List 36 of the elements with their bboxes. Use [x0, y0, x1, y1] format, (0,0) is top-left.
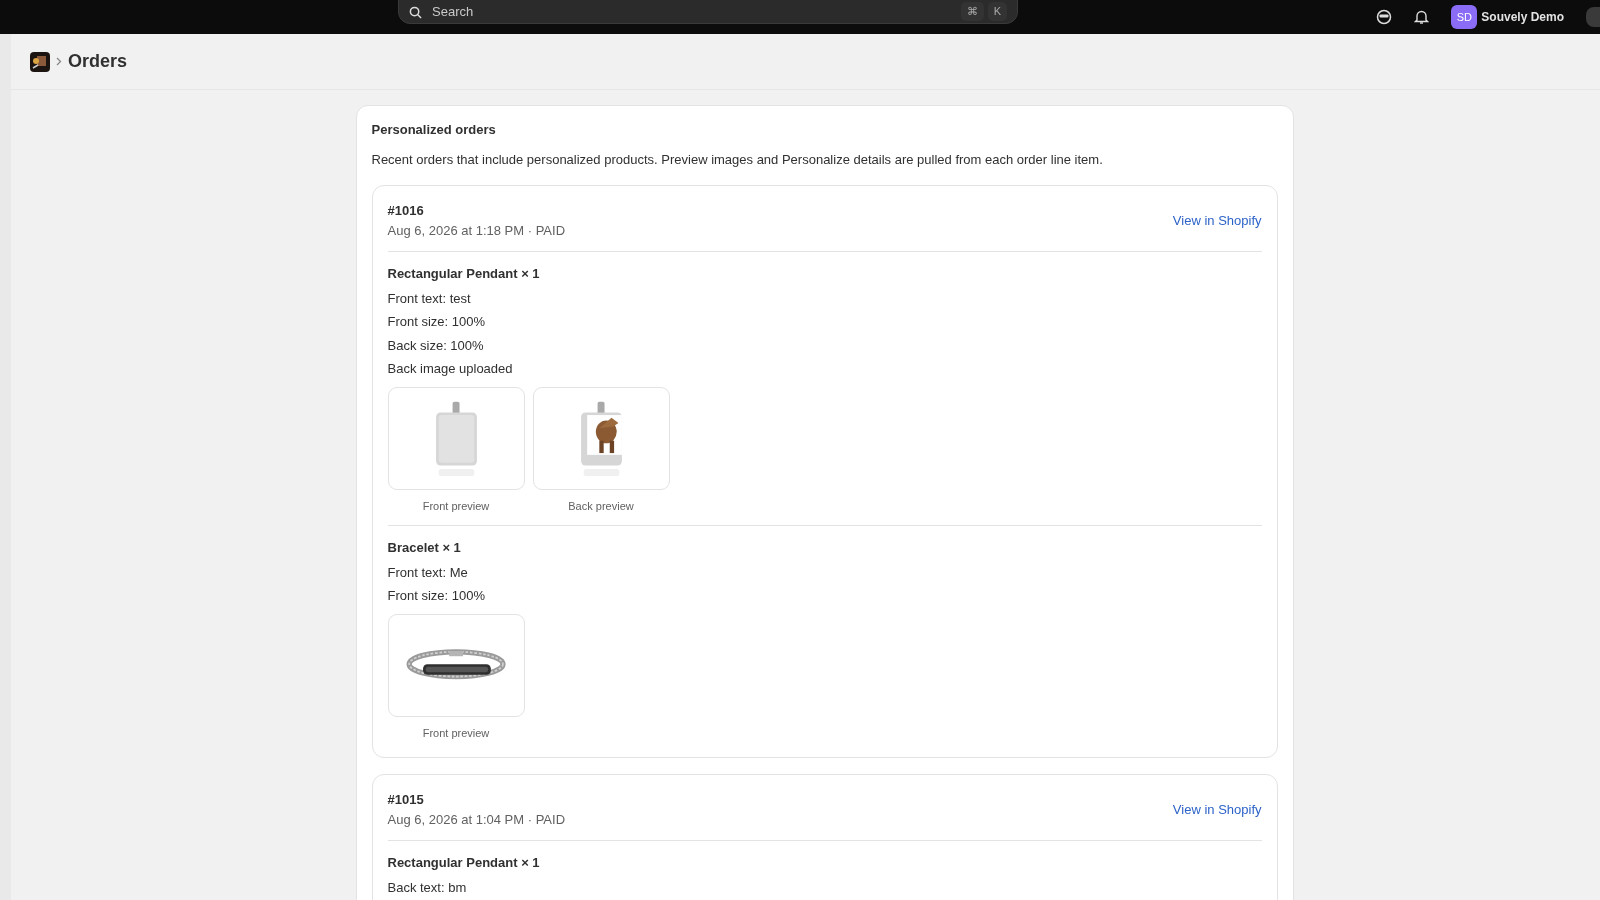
order-meta: Aug 6, 2026 at 1:18 PM · PAID	[387, 221, 566, 240]
item-detail: Back size: 100%	[387, 336, 485, 355]
search-input[interactable]: Search	[430, 0, 953, 23]
section-title: Personalized orders	[371, 122, 497, 138]
user-name[interactable]: Souvely Demo	[1481, 8, 1564, 26]
section-description: Recent orders that include personalized products. Preview images and Personalize details are pulled from each order line item.	[371, 150, 1104, 169]
item-title: Rectangular Pendant × 1	[387, 265, 541, 284]
preview-thumbnail[interactable]	[387, 613, 525, 717]
preview-label: Front preview	[422, 498, 490, 514]
item-detail: Front text: test	[387, 289, 472, 308]
face-icon[interactable]	[1376, 9, 1393, 25]
page-title: Orders	[68, 50, 128, 73]
preview-thumbnail[interactable]	[532, 386, 670, 490]
item-detail: Front size: 100%	[387, 587, 487, 606]
item-detail: Back image uploaded	[387, 360, 514, 379]
chevron-icon	[56, 57, 62, 66]
user-avatar[interactable]: SD	[1451, 5, 1478, 29]
preview-label: Front preview	[422, 725, 490, 741]
search-icon	[409, 5, 422, 19]
item-detail: Back text: bm	[387, 878, 468, 897]
search-bar[interactable]: Search ⌘ K	[398, 0, 1018, 24]
item-detail: Front size: 100%	[387, 313, 487, 332]
preview-label: Back preview	[568, 498, 634, 514]
app-logo-icon[interactable]	[30, 51, 50, 72]
bell-icon[interactable]	[1414, 9, 1430, 25]
order-number: #1015	[387, 791, 425, 810]
item-detail: Front text: Me	[387, 563, 469, 582]
shopify-link[interactable]: View in Shopify	[1172, 210, 1262, 231]
item-title: Bracelet × 1	[387, 539, 462, 558]
shopify-link[interactable]: View in Shopify	[1172, 799, 1262, 820]
preview-thumbnail[interactable]	[387, 386, 525, 490]
shortcut-key: K	[987, 2, 1007, 21]
order-number: #1016	[387, 202, 425, 221]
item-title: Rectangular Pendant × 1	[387, 854, 541, 873]
order-meta: Aug 6, 2026 at 1:04 PM · PAID	[387, 810, 566, 829]
shortcut-key: ⌘	[960, 2, 984, 21]
